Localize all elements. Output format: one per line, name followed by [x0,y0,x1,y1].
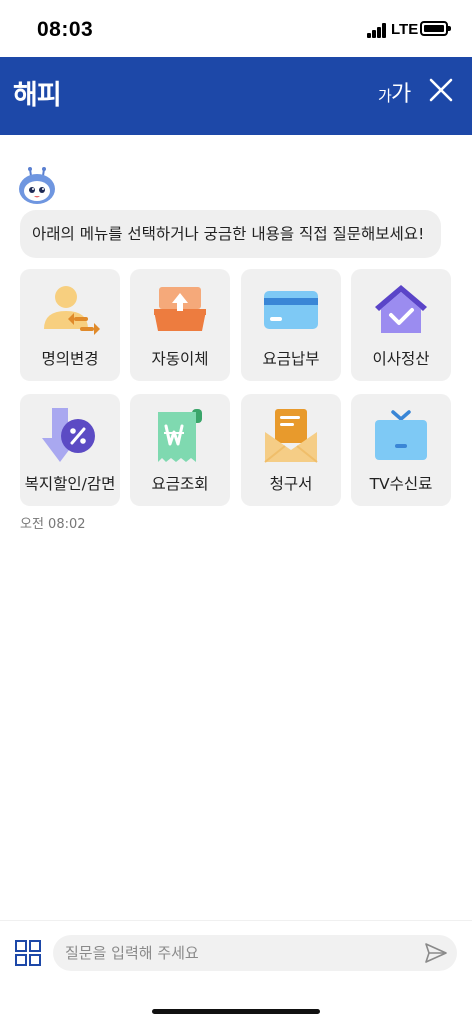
menu-item-label: TV수신료 [369,475,433,493]
battery-icon [420,21,451,36]
app-header: 해피 가 가 [0,57,472,135]
send-button[interactable] [424,941,448,965]
bot-avatar [17,166,57,206]
menu-item-payment[interactable]: 요금납부 [241,269,341,381]
send-icon [425,943,447,963]
message-timestamp: 오전 08:02 [20,517,86,532]
menu-grid-button[interactable] [15,940,41,966]
menu-item-name-change[interactable]: 명의변경 [20,269,120,381]
menu-item-tv-fee[interactable]: TV수신료 [351,394,451,506]
discount-percent-icon [42,408,95,462]
robot-mascot-icon [19,167,55,204]
menu-item-label: 청구서 [269,475,313,493]
house-check-icon [375,285,427,333]
home-indicator [152,1009,320,1014]
menu-item-label: 이사정산 [372,350,430,368]
menu-item-welfare-discount[interactable]: 복지할인/감면 [20,394,120,506]
menu-item-label: 자동이체 [151,350,209,368]
greeting-bubble: 아래의 메뉴를 선택하거나 궁금한 내용을 직접 질문해보세요! [20,210,441,258]
person-transfer-icon [44,286,100,335]
menu-item-bill[interactable]: 청구서 [241,394,341,506]
input-bar [0,920,472,1024]
status-time: 08:03 [37,18,94,41]
menu-item-label: 요금납부 [262,350,320,368]
tv-icon [375,410,427,460]
font-size-large-label: 가 [391,82,412,107]
auto-transfer-icon [154,287,206,331]
status-bar: 08:03 LTE [0,0,472,57]
menu-item-moving-settlement[interactable]: 이사정산 [351,269,451,381]
menu-item-auto-transfer[interactable]: 자동이체 [130,269,230,381]
menu-item-label: 복지할인/감면 [24,475,116,493]
question-input[interactable] [53,935,457,971]
font-size-small-label: 가 [378,87,392,105]
credit-card-icon [264,291,318,329]
network-type: LTE [391,21,419,38]
menu-item-label: 명의변경 [41,350,99,368]
app-logo: 해피 [13,80,62,111]
won-receipt-icon [158,409,202,462]
chat-area: 아래의 메뉴를 선택하거나 궁금한 내용을 직접 질문해보세요! 명의변경 자동… [0,135,472,920]
grid-icon [15,940,41,966]
menu-item-bill-inquiry[interactable]: 요금조회 [130,394,230,506]
signal-strength-icon [367,22,387,38]
menu-item-label: 요금조회 [151,475,209,493]
close-icon [429,78,453,102]
close-button[interactable] [426,75,456,105]
envelope-bill-icon [264,409,318,463]
